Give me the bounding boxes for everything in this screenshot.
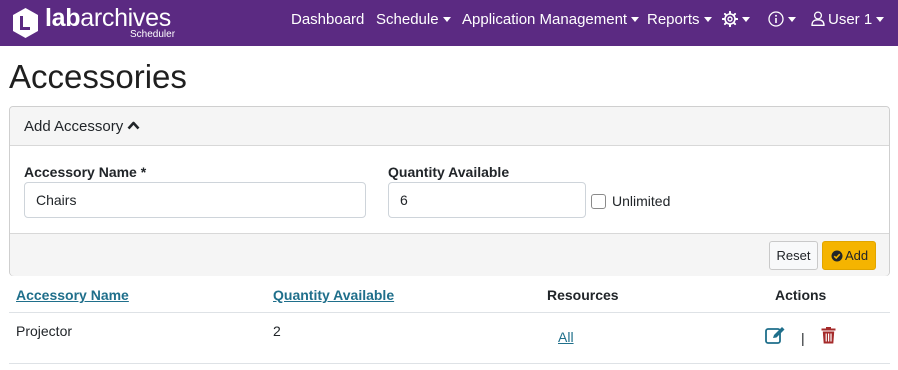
column-header-actions: Actions — [775, 287, 827, 303]
unlimited-label[interactable]: Unlimited — [612, 193, 670, 209]
add-accessory-card: Add Accessory Accessory Name * Quantity … — [9, 106, 890, 276]
caret-down-icon — [788, 16, 796, 22]
accessory-name-label: Accessory Name * — [24, 164, 147, 180]
nav-reports-label: Reports — [647, 11, 700, 28]
top-navbar: labarchives Scheduler Dashboard Schedule… — [0, 0, 898, 46]
accessory-name-cell: Projector — [16, 323, 73, 339]
column-header-resources: Resources — [547, 287, 619, 303]
gear-icon — [721, 10, 739, 27]
nav-schedule-dropdown[interactable]: Schedule — [376, 11, 451, 28]
caret-down-icon — [742, 16, 750, 22]
nav-dashboard[interactable]: Dashboard — [291, 11, 364, 28]
add-accessory-header-label: Add Accessory — [24, 118, 124, 135]
table-divider — [9, 312, 890, 313]
accessory-name-input[interactable] — [24, 182, 366, 218]
chevron-up-icon — [127, 121, 140, 130]
resources-all-link[interactable]: All — [558, 329, 574, 345]
add-accessory-toggle[interactable]: Add Accessory — [10, 107, 889, 146]
unlimited-checkbox[interactable] — [591, 194, 606, 209]
nav-dashboard-label: Dashboard — [291, 11, 365, 28]
nav-schedule-label: Schedule — [376, 11, 439, 28]
nav-application-management-dropdown[interactable]: Application Management — [462, 11, 640, 28]
nav-settings-dropdown[interactable] — [721, 10, 750, 28]
nav-help-dropdown[interactable] — [768, 10, 796, 28]
edit-icon[interactable] — [765, 326, 786, 345]
trash-icon[interactable] — [821, 327, 836, 344]
page-title: Accessories — [9, 58, 187, 95]
nav-reports-dropdown[interactable]: Reports — [647, 11, 712, 28]
info-icon — [768, 10, 784, 27]
user-icon — [811, 11, 825, 26]
column-header-accessory-name[interactable]: Accessory Name — [16, 287, 129, 303]
nav-user-dropdown[interactable]: User 1 — [811, 11, 885, 28]
labarchives-logo-icon — [13, 8, 38, 38]
action-separator: | — [801, 330, 805, 346]
reset-button[interactable]: Reset — [769, 241, 818, 270]
caret-down-icon — [631, 16, 640, 22]
brand-subtitle: Scheduler — [130, 29, 176, 40]
add-accessory-footer: Reset Add — [10, 233, 889, 276]
quantity-available-label: Quantity Available — [388, 164, 510, 180]
check-circle-icon — [831, 250, 843, 262]
add-button[interactable]: Add — [822, 241, 876, 270]
table-divider — [9, 363, 890, 364]
nav-application-management-label: Application Management — [462, 11, 628, 28]
column-header-quantity-available[interactable]: Quantity Available — [273, 287, 394, 303]
caret-down-icon — [442, 16, 451, 22]
caret-down-icon — [876, 16, 885, 22]
add-button-label: Add — [845, 248, 869, 263]
caret-down-icon — [703, 16, 712, 22]
quantity-available-input[interactable] — [388, 182, 586, 218]
nav-user-label: User 1 — [828, 11, 873, 28]
quantity-cell: 2 — [273, 323, 281, 339]
